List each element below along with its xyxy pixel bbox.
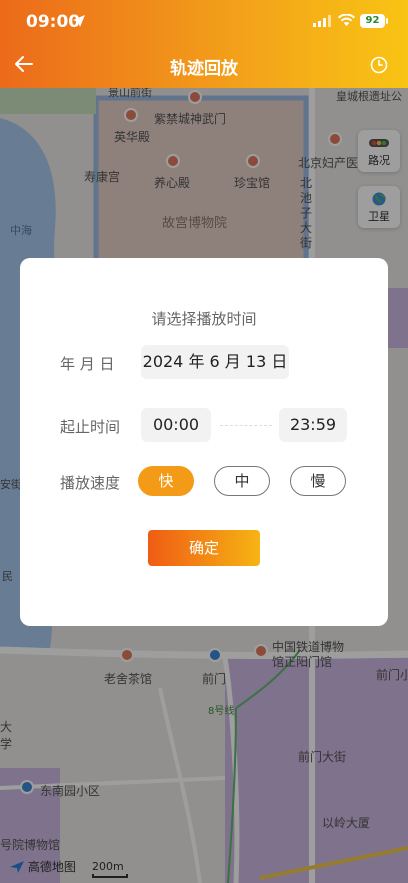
location-arrow-icon [73,15,85,27]
cellular-signal-icon [313,15,331,27]
app-header: 09:00 92 轨迹回放 [0,0,408,88]
page-title: 轨迹回放 [170,59,238,79]
battery-indicator: 92 [360,14,385,28]
playback-time-dialog [20,258,388,626]
clock-icon[interactable] [370,56,388,74]
battery-tip [386,18,388,24]
status-bar: 09:00 92 [0,0,408,44]
wifi-icon [338,14,355,26]
